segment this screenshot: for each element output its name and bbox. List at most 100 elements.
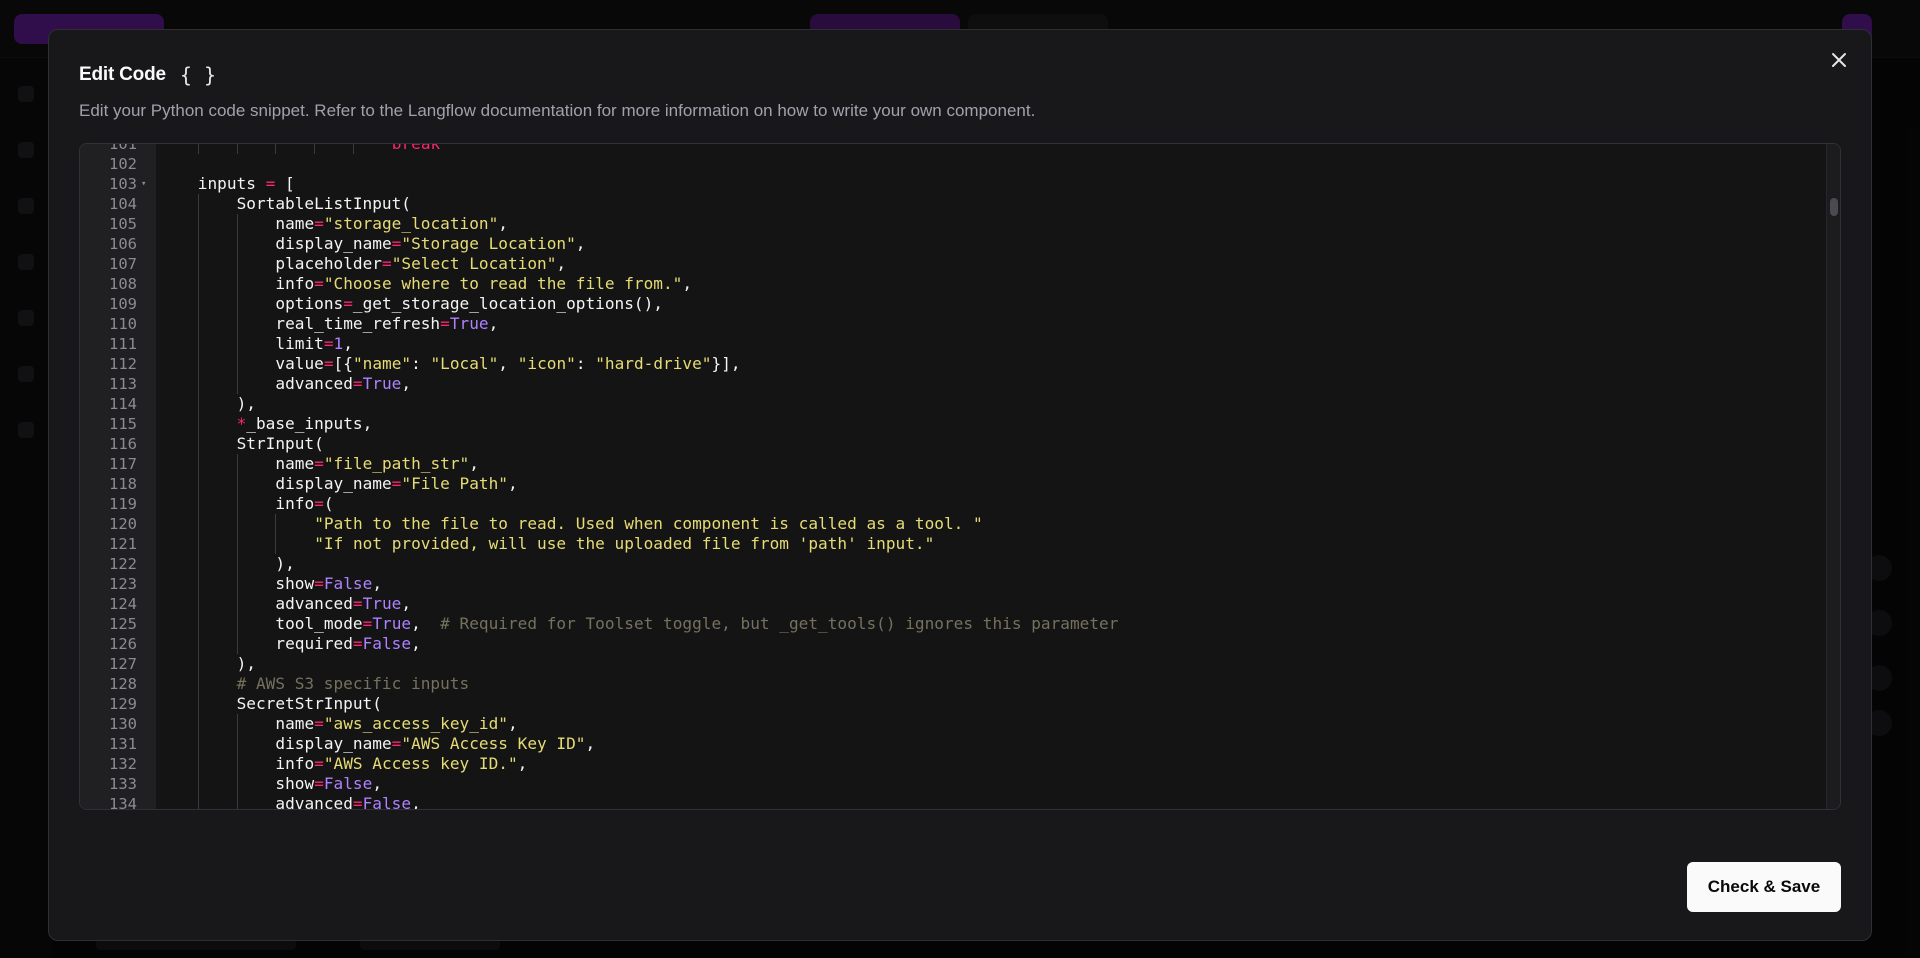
code-text: "If not provided, will use the uploaded …: [314, 534, 934, 554]
code-content[interactable]: 101 break 102 103 ▾ inputs = [104 SortableList…: [80, 143, 1840, 810]
code-token: advanced: [275, 794, 353, 810]
line-number: 117: [109, 455, 137, 473]
indent-guide: [275, 144, 277, 154]
code-token: ,: [498, 214, 508, 233]
line-number: 121: [109, 535, 137, 553]
code-text: ),: [237, 394, 256, 414]
indent-guide: [197, 554, 199, 574]
code-text: advanced=True,: [275, 594, 411, 614]
code-token: False: [362, 634, 412, 653]
line-number: 113: [109, 375, 137, 393]
code-line: 129 SecretStrInput(: [80, 694, 1840, 714]
code-token: *: [236, 414, 247, 433]
line-number: 110: [109, 315, 137, 333]
code-token: ,: [585, 734, 596, 753]
code-token: ,: [411, 634, 421, 653]
code-token: break: [391, 143, 441, 153]
code-token: True: [372, 614, 412, 633]
code-token: real_time_refresh: [275, 314, 441, 333]
indent-guide: [197, 414, 199, 434]
code-token: info: [275, 754, 315, 773]
code-token: ),: [236, 654, 256, 673]
code-text: SecretStrInput(: [237, 694, 382, 714]
line-number: 130: [109, 715, 137, 733]
line-number: 120: [109, 515, 137, 533]
line-number: 112: [109, 355, 137, 373]
code-token: True: [362, 594, 402, 613]
indent-guide: [197, 514, 199, 534]
code-token: =: [440, 314, 450, 333]
dialog-title: Edit Code: [79, 64, 166, 85]
code-line: 102: [80, 154, 1840, 174]
code-token: name: [275, 454, 315, 473]
code-token: (: [323, 494, 334, 513]
indent-guide: [353, 144, 354, 154]
code-token: limit: [275, 334, 324, 353]
code-editor[interactable]: 101 break 102 103 ▾ inputs = [104 SortableList…: [79, 143, 1841, 810]
code-token: =: [391, 474, 402, 493]
code-line: 118 display_name="File Path",: [80, 474, 1840, 494]
indent-guide: [197, 654, 199, 674]
code-token: =: [314, 274, 324, 293]
code-line: 108 info="Choose where to read the file f…: [80, 274, 1840, 294]
indent-guide: [236, 294, 238, 314]
close-icon: [1832, 53, 1846, 67]
close-button[interactable]: [1827, 48, 1851, 72]
code-token: options: [275, 294, 344, 313]
indent-guide: [197, 234, 199, 254]
code-token: 1: [333, 334, 344, 353]
code-line: 113 advanced=True,: [80, 374, 1840, 394]
indent-guide: [236, 634, 238, 654]
indent-guide: [197, 314, 199, 334]
line-number: 109: [109, 295, 137, 313]
code-token: ,: [507, 474, 518, 493]
code-text: StrInput(: [237, 434, 324, 454]
code-token: "storage_location": [323, 214, 499, 233]
code-text: limit=1,: [275, 334, 353, 354]
code-text: value=[{"name": "Local", "icon": "hard-d…: [275, 354, 740, 374]
code-token: _base_inputs,: [246, 414, 373, 433]
code-line: 114),: [80, 394, 1840, 414]
indent-guide: [197, 674, 199, 694]
code-token: advanced: [275, 594, 353, 613]
indent-guide: [197, 794, 199, 809]
indent-guide: [197, 214, 199, 234]
code-token: False: [323, 574, 373, 593]
line-number: 114: [109, 395, 137, 413]
editor-scrollbar[interactable]: [1826, 144, 1840, 809]
code-line: 117 name="file_path_str",: [80, 454, 1840, 474]
indent-guide: [236, 514, 238, 534]
line-number: 103: [109, 175, 137, 193]
line-number: 101: [109, 143, 137, 153]
code-token: inputs: [197, 174, 266, 193]
code-token: =: [381, 254, 392, 273]
scrollbar-thumb[interactable]: [1830, 198, 1838, 216]
code-token: tool_mode: [275, 614, 363, 633]
check-and-save-button[interactable]: Check & Save: [1687, 862, 1841, 912]
indent-guide: [236, 314, 238, 334]
code-token: SortableListInput(: [236, 194, 412, 213]
code-token: "If not provided, will use the uploaded …: [314, 534, 935, 553]
code-text: "Path to the file to read. Used when com…: [314, 514, 983, 534]
code-token: =: [362, 614, 373, 633]
fold-arrow-icon[interactable]: ▾: [141, 174, 146, 194]
code-token: ,: [507, 714, 518, 733]
indent-guide: [197, 254, 199, 274]
code-token: ,: [556, 254, 567, 273]
code-text: info="AWS Access key ID.",: [275, 754, 527, 774]
line-number: 132: [109, 755, 137, 773]
code-token: StrInput(: [236, 434, 324, 453]
code-token: "AWS Access key ID.": [323, 754, 518, 773]
code-token: ,: [401, 594, 412, 613]
code-line: 126 required=False,: [80, 634, 1840, 654]
code-token: SecretStrInput(: [236, 694, 382, 713]
code-token: =: [314, 774, 324, 793]
indent-guide: [197, 534, 199, 554]
code-token: info: [275, 274, 315, 293]
code-text: # AWS S3 specific inputs: [237, 674, 470, 694]
indent-guide: [197, 734, 199, 754]
code-token: }],: [711, 354, 741, 373]
line-number: 106: [109, 235, 137, 253]
indent-guide: [197, 494, 199, 514]
indent-guide: [236, 374, 238, 394]
